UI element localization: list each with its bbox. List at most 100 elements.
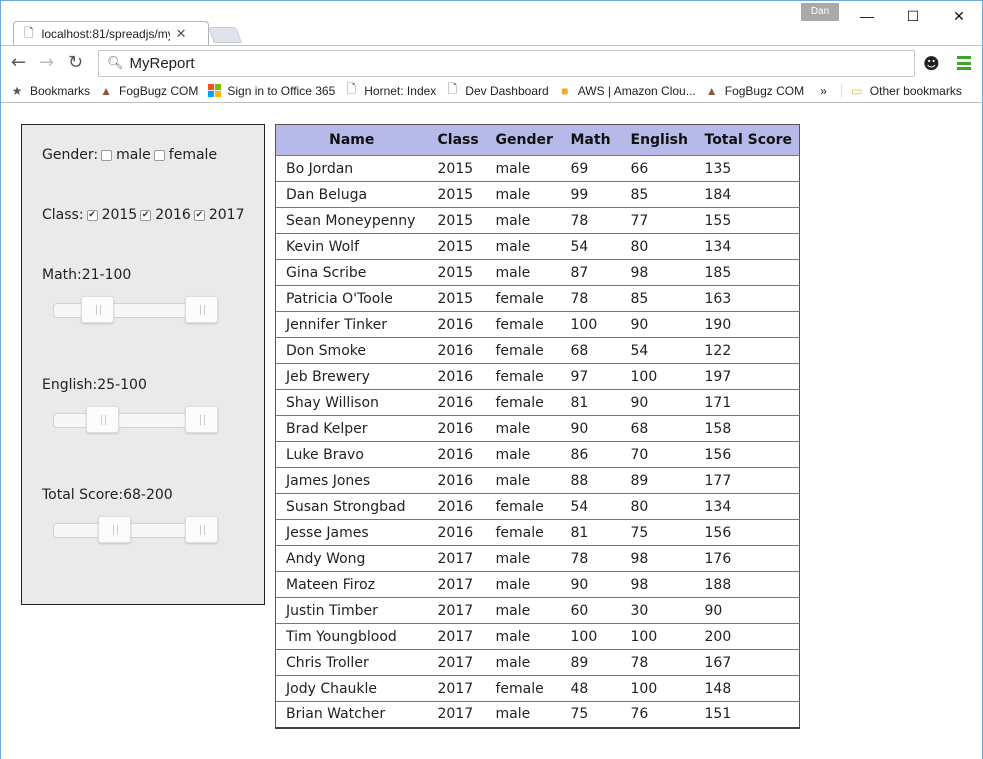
cell-gender[interactable]: male bbox=[485, 623, 561, 650]
cell-math[interactable]: 78 bbox=[560, 207, 621, 234]
cell-math[interactable]: 54 bbox=[560, 493, 621, 520]
cell-total-score[interactable]: 163 bbox=[694, 285, 800, 312]
column-header-math[interactable]: Math bbox=[560, 124, 621, 156]
cell-total-score[interactable]: 184 bbox=[694, 181, 800, 208]
slider-max-handle[interactable] bbox=[185, 516, 218, 543]
cell-total-score[interactable]: 156 bbox=[694, 519, 800, 546]
slider-max-handle[interactable] bbox=[185, 406, 218, 433]
cell-total-score[interactable]: 188 bbox=[694, 571, 800, 598]
bookmark-item[interactable]: 🗋 Hornet: Index bbox=[344, 82, 436, 98]
cell-name[interactable]: Don Smoke bbox=[275, 337, 428, 364]
cell-total-score[interactable]: 134 bbox=[694, 233, 800, 260]
cell-english[interactable]: 75 bbox=[620, 519, 695, 546]
class-2017-checkbox[interactable]: ✔ bbox=[193, 209, 205, 221]
cell-total-score[interactable]: 122 bbox=[694, 337, 800, 364]
cell-gender[interactable]: male bbox=[485, 545, 561, 572]
cell-class[interactable]: 2016 bbox=[427, 311, 486, 338]
cell-english[interactable]: 100 bbox=[620, 623, 695, 650]
cell-gender[interactable]: male bbox=[485, 441, 561, 468]
cell-gender[interactable]: female bbox=[485, 493, 561, 520]
cell-math[interactable]: 75 bbox=[561, 702, 621, 728]
cell-class[interactable]: 2015 bbox=[427, 233, 486, 260]
cell-english[interactable]: 100 bbox=[620, 675, 695, 702]
bookmark-item[interactable]: ■ AWS | Amazon Clou... bbox=[558, 84, 696, 98]
slider-max-handle[interactable] bbox=[185, 296, 218, 323]
cell-name[interactable]: Dan Beluga bbox=[275, 181, 428, 208]
cell-name[interactable]: Jody Chaukle bbox=[275, 675, 428, 702]
column-header-gender[interactable]: Gender bbox=[485, 124, 561, 156]
cell-english[interactable]: 98 bbox=[620, 259, 695, 286]
bookmark-item[interactable]: Sign in to Office 365 bbox=[207, 84, 335, 98]
cell-gender[interactable]: female bbox=[485, 675, 561, 702]
cell-gender[interactable]: male bbox=[485, 233, 561, 260]
cell-name[interactable]: Chris Troller bbox=[275, 649, 428, 676]
column-header-class[interactable]: Class bbox=[427, 124, 486, 156]
cell-english[interactable]: 80 bbox=[620, 493, 695, 520]
cell-name[interactable]: Patricia O'Toole bbox=[275, 285, 428, 312]
cell-class[interactable]: 2017 bbox=[427, 649, 486, 676]
profile-badge[interactable]: Dan bbox=[801, 3, 839, 21]
bookmarks-overflow-button[interactable]: » bbox=[820, 84, 827, 98]
cell-math[interactable]: 81 bbox=[560, 389, 621, 416]
cell-math[interactable]: 81 bbox=[560, 519, 621, 546]
cell-gender[interactable]: female bbox=[485, 311, 561, 338]
cell-gender[interactable]: female bbox=[485, 337, 561, 364]
cell-math[interactable]: 87 bbox=[560, 259, 621, 286]
slider-min-handle[interactable] bbox=[80, 296, 114, 323]
cell-gender[interactable]: male bbox=[485, 207, 561, 234]
bookmark-item[interactable]: ★ Bookmarks bbox=[10, 84, 90, 98]
cell-english[interactable]: 76 bbox=[621, 702, 695, 728]
cell-name[interactable]: Bo Jordan bbox=[275, 155, 428, 182]
cell-math[interactable]: 60 bbox=[560, 597, 621, 624]
cell-english[interactable]: 78 bbox=[620, 649, 695, 676]
extension-icon[interactable]: ☻ bbox=[923, 54, 940, 73]
cell-name[interactable]: Justin Timber bbox=[275, 597, 428, 624]
cell-math[interactable]: 90 bbox=[560, 415, 621, 442]
cell-english[interactable]: 30 bbox=[620, 597, 695, 624]
cell-name[interactable]: Gina Scribe bbox=[275, 259, 428, 286]
other-bookmarks[interactable]: ▭ Other bookmarks bbox=[840, 83, 962, 98]
minimize-button[interactable]: — bbox=[844, 1, 890, 31]
cell-english[interactable]: 68 bbox=[620, 415, 695, 442]
cell-math[interactable]: 78 bbox=[560, 545, 621, 572]
cell-gender[interactable]: male bbox=[485, 467, 561, 494]
total-score-range-slider[interactable] bbox=[53, 516, 218, 543]
cell-math[interactable]: 90 bbox=[560, 571, 621, 598]
cell-name[interactable]: Sean Moneypenny bbox=[275, 207, 428, 234]
cell-name[interactable]: Brian Watcher bbox=[276, 702, 428, 728]
class-2016-checkbox[interactable]: ✔ bbox=[140, 209, 152, 221]
bookmark-item[interactable]: ▲ FogBugz COM bbox=[705, 84, 804, 98]
cell-total-score[interactable]: 177 bbox=[694, 467, 800, 494]
cell-name[interactable]: Tim Youngblood bbox=[275, 623, 428, 650]
cell-class[interactable]: 2017 bbox=[427, 545, 486, 572]
cell-math[interactable]: 78 bbox=[560, 285, 621, 312]
cell-math[interactable]: 99 bbox=[560, 181, 621, 208]
cell-gender[interactable]: male bbox=[485, 181, 561, 208]
cell-name[interactable]: Jennifer Tinker bbox=[275, 311, 428, 338]
cell-english[interactable]: 66 bbox=[620, 155, 695, 182]
cell-math[interactable]: 48 bbox=[560, 675, 621, 702]
male-checkbox[interactable] bbox=[101, 149, 113, 161]
cell-name[interactable]: Andy Wong bbox=[275, 545, 428, 572]
female-checkbox[interactable] bbox=[153, 149, 165, 161]
cell-class[interactable]: 2017 bbox=[427, 675, 486, 702]
maximize-button[interactable]: ☐ bbox=[890, 1, 936, 31]
cell-math[interactable]: 86 bbox=[560, 441, 621, 468]
cell-english[interactable]: 98 bbox=[620, 545, 695, 572]
cell-name[interactable]: Mateen Firoz bbox=[275, 571, 428, 598]
column-header-total-score[interactable]: Total Score bbox=[694, 124, 800, 156]
cell-class[interactable]: 2017 bbox=[428, 702, 486, 728]
cell-english[interactable]: 89 bbox=[620, 467, 695, 494]
cell-class[interactable]: 2016 bbox=[427, 363, 486, 390]
cell-class[interactable]: 2015 bbox=[427, 259, 486, 286]
cell-class[interactable]: 2016 bbox=[427, 441, 486, 468]
cell-name[interactable]: Kevin Wolf bbox=[275, 233, 428, 260]
cell-class[interactable]: 2015 bbox=[427, 285, 486, 312]
cell-gender[interactable]: male bbox=[485, 415, 561, 442]
column-header-english[interactable]: English bbox=[620, 124, 695, 156]
class-2015-checkbox[interactable]: ✔ bbox=[86, 209, 98, 221]
cell-gender[interactable]: male bbox=[485, 155, 561, 182]
browser-tab[interactable]: 🗋 localhost:81/spreadjs/myw ✕ bbox=[13, 21, 209, 46]
cell-total-score[interactable]: 151 bbox=[695, 702, 800, 728]
cell-total-score[interactable]: 197 bbox=[694, 363, 800, 390]
